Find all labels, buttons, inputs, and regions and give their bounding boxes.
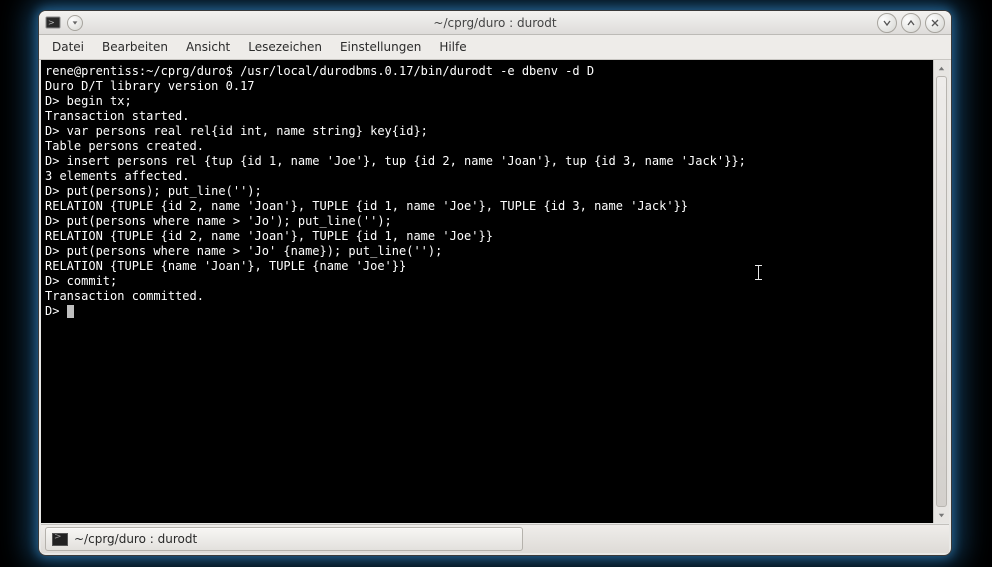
terminal-line: D> put(persons where name > 'Jo' {name})… — [45, 244, 927, 259]
menu-datei[interactable]: Datei — [43, 35, 93, 59]
terminal-line: rene@prentiss:~/cprg/duro$ /usr/local/du… — [45, 64, 927, 79]
menu-bearbeiten[interactable]: Bearbeiten — [93, 35, 177, 59]
terminal-line: D> insert persons rel {tup {id 1, name '… — [45, 154, 927, 169]
terminal-icon — [52, 533, 68, 546]
terminal-line: Table persons created. — [45, 139, 927, 154]
terminal-line: RELATION {TUPLE {id 2, name 'Joan'}, TUP… — [45, 229, 927, 244]
terminal-line: 3 elements affected. — [45, 169, 927, 184]
titlebar[interactable]: > ~/cprg/duro : durodt — [39, 11, 951, 35]
terminal-line: Duro D/T library version 0.17 — [45, 79, 927, 94]
terminal-line: RELATION {TUPLE {id 2, name 'Joan'}, TUP… — [45, 199, 927, 214]
terminal-line: D> commit; — [45, 274, 927, 289]
close-button[interactable] — [925, 13, 945, 33]
svg-text:>: > — [48, 18, 55, 27]
text-cursor-icon — [758, 265, 759, 280]
window-title: ~/cprg/duro : durodt — [39, 16, 951, 30]
scroll-track[interactable] — [934, 76, 949, 507]
terminal-line: D> — [45, 304, 927, 319]
menu-einstellungen[interactable]: Einstellungen — [331, 35, 430, 59]
menubar: Datei Bearbeiten Ansicht Lesezeichen Ein… — [39, 35, 951, 60]
scroll-up-button[interactable] — [934, 60, 949, 76]
scrollbar[interactable] — [933, 60, 949, 523]
menu-lesezeichen[interactable]: Lesezeichen — [239, 35, 331, 59]
taskbar: ~/cprg/duro : durodt — [41, 524, 949, 553]
terminal-line: D> put(persons where name > 'Jo'); put_l… — [45, 214, 927, 229]
scroll-down-button[interactable] — [934, 507, 949, 523]
application-window: > ~/cprg/duro : durodt Datei Bearbeiten … — [38, 10, 952, 556]
taskbar-label: ~/cprg/duro : durodt — [74, 532, 197, 546]
terminal-caret — [67, 305, 74, 318]
menu-hilfe[interactable]: Hilfe — [430, 35, 475, 59]
menu-ansicht[interactable]: Ansicht — [177, 35, 239, 59]
terminal-line: RELATION {TUPLE {name 'Joan'}, TUPLE {na… — [45, 259, 927, 274]
maximize-button[interactable] — [901, 13, 921, 33]
terminal-line: D> var persons real rel{id int, name str… — [45, 124, 927, 139]
taskbar-button[interactable]: ~/cprg/duro : durodt — [45, 527, 523, 551]
terminal-line: D> begin tx; — [45, 94, 927, 109]
scroll-thumb[interactable] — [936, 76, 947, 507]
terminal-icon: > — [45, 15, 61, 31]
terminal-line: D> put(persons); put_line(''); — [45, 184, 927, 199]
minimize-button[interactable] — [877, 13, 897, 33]
terminal-area[interactable]: rene@prentiss:~/cprg/duro$ /usr/local/du… — [41, 60, 949, 523]
terminal-line: Transaction started. — [45, 109, 927, 124]
window-menu-button[interactable] — [67, 15, 83, 31]
terminal-content[interactable]: rene@prentiss:~/cprg/duro$ /usr/local/du… — [41, 60, 933, 523]
terminal-line: Transaction committed. — [45, 289, 927, 304]
